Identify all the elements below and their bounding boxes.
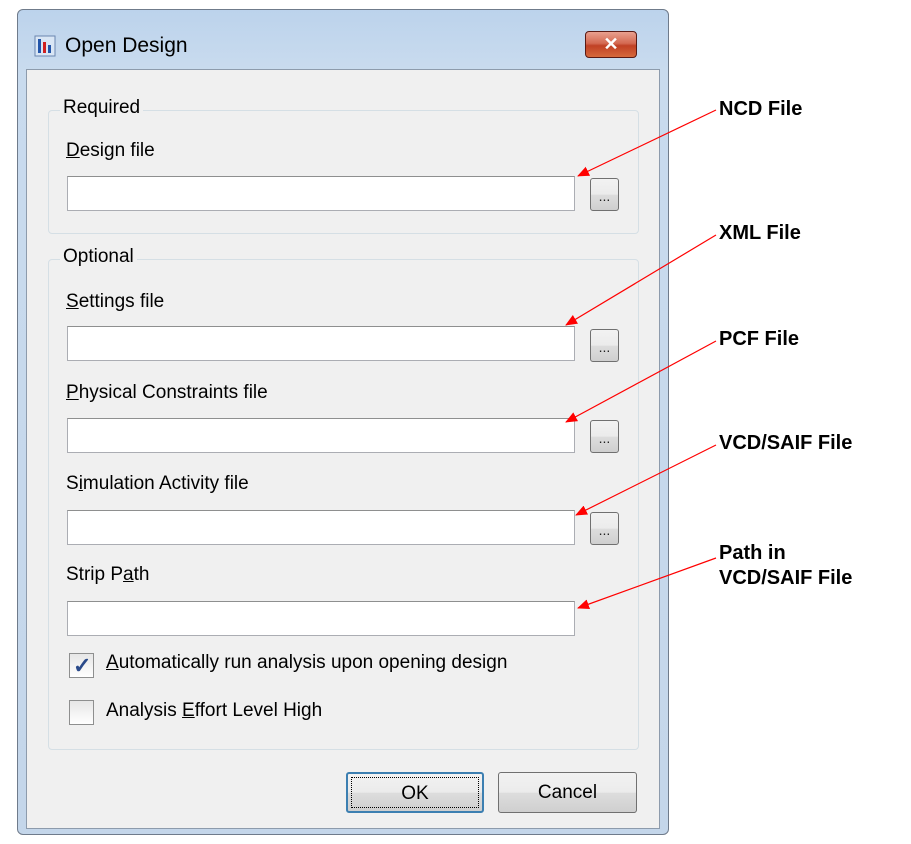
- arrow-path: [577, 557, 717, 609]
- arrow-ncd: [577, 109, 717, 177]
- annotation-arrows: [565, 109, 717, 609]
- arrow-pcf: [565, 340, 717, 423]
- arrow-vcd: [575, 444, 717, 516]
- arrow-xml: [565, 234, 717, 326]
